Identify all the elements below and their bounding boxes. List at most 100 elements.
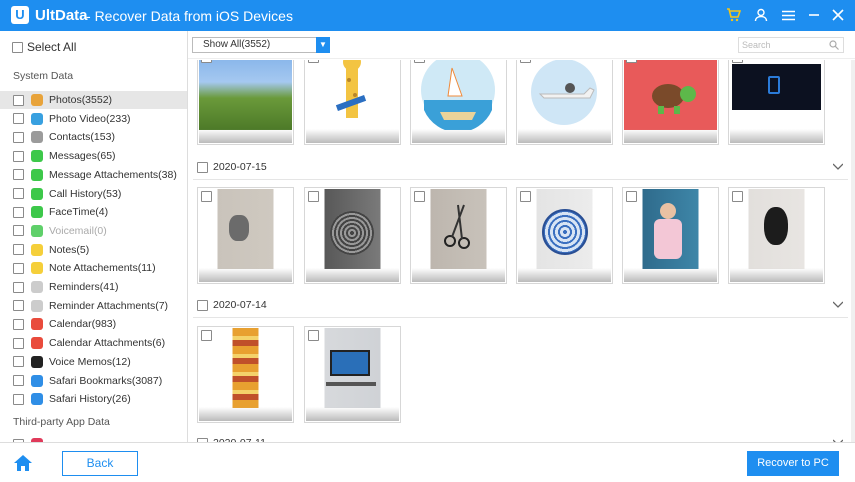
- close-icon[interactable]: [828, 5, 848, 25]
- reminder-attachments-icon: [31, 299, 43, 312]
- recover-to-pc-button[interactable]: Recover to PC: [747, 451, 839, 476]
- chevron-down-icon[interactable]: [833, 162, 843, 172]
- sidebar-item-note-attachments[interactable]: Note Attachements(11): [0, 259, 187, 277]
- date-group-label: 2020-07-14: [213, 299, 267, 311]
- sidebar-item-label: Calendar Attachments(6): [49, 337, 166, 350]
- sidebar-item-messages[interactable]: Messages(65): [0, 147, 187, 165]
- sidebar-item-notes[interactable]: Notes(5): [0, 241, 187, 259]
- photo-thumb[interactable]: [410, 60, 507, 145]
- photo-giraffe-illustration: [306, 60, 399, 130]
- sidebar-item-label: Reminder Attachments(7): [49, 299, 169, 312]
- photo-checkbox[interactable]: [732, 60, 743, 63]
- sidebar-item-label: Reminders(41): [49, 281, 119, 293]
- sidebar-item-checkbox[interactable]: [13, 188, 24, 199]
- photo-thumb[interactable]: [304, 187, 401, 284]
- sidebar-item-checkbox[interactable]: [13, 262, 24, 274]
- photo-thumb[interactable]: [622, 60, 719, 145]
- sidebar-item-call-history[interactable]: Call History(53): [0, 185, 187, 203]
- note-attachments-icon: [31, 262, 43, 275]
- sidebar-item-checkbox[interactable]: [13, 244, 24, 256]
- photo-computer-desk: [306, 328, 399, 408]
- photo-beach-illustration: [412, 60, 505, 133]
- date-group-header[interactable]: 2020-07-15: [197, 161, 267, 173]
- user-icon[interactable]: [751, 5, 771, 25]
- sidebar-item-contacts[interactable]: Contacts(153): [0, 128, 187, 146]
- sidebar-item-calendar[interactable]: Calendar(983): [0, 315, 187, 333]
- photo-checkbox[interactable]: [201, 191, 212, 202]
- photo-thumb[interactable]: [410, 187, 507, 284]
- photo-thumb[interactable]: [197, 187, 294, 284]
- sidebar-item-voice-memos[interactable]: Voice Memos(12): [0, 353, 187, 371]
- photo-thumb[interactable]: [728, 60, 825, 145]
- photo-thumb[interactable]: [304, 60, 401, 145]
- home-icon[interactable]: [14, 455, 32, 471]
- minimize-icon[interactable]: [804, 5, 824, 25]
- menu-icon[interactable]: [778, 5, 798, 25]
- sidebar-item-message-attachments[interactable]: Message Attachements(38): [0, 166, 187, 184]
- photo-checkbox[interactable]: [732, 191, 743, 202]
- photo-checkbox[interactable]: [520, 60, 531, 63]
- toolbar: Show All(3552) ▼ Search: [188, 31, 855, 59]
- photo-checkbox[interactable]: [201, 330, 212, 341]
- chevron-down-icon[interactable]: ▼: [316, 37, 330, 53]
- photo-thumb[interactable]: [197, 326, 294, 423]
- sidebar-item-photos[interactable]: Photos(3552): [0, 91, 187, 109]
- photo-checkbox[interactable]: [626, 60, 637, 63]
- sidebar-item-checkbox[interactable]: [13, 225, 24, 237]
- photo-thumb[interactable]: [304, 326, 401, 423]
- photo-checkbox[interactable]: [308, 60, 319, 63]
- date-group-header[interactable]: 2020-07-14: [197, 299, 267, 311]
- sidebar-item-checkbox[interactable]: [13, 337, 24, 349]
- sidebar-item-checkbox[interactable]: [13, 393, 24, 405]
- search-icon[interactable]: [829, 40, 839, 50]
- sidebar-item-checkbox[interactable]: [13, 300, 24, 312]
- sidebar-item-checkbox[interactable]: [13, 169, 24, 181]
- sidebar-item-checkbox[interactable]: [13, 113, 24, 125]
- sidebar-item-checkbox[interactable]: [13, 131, 24, 143]
- sidebar-item-checkbox[interactable]: [13, 94, 24, 106]
- photo-checkbox[interactable]: [520, 191, 531, 202]
- cart-icon[interactable]: [723, 5, 743, 25]
- sidebar-item-label: Notes(5): [49, 243, 90, 256]
- filter-select[interactable]: Show All(3552) ▼: [192, 37, 330, 53]
- photo-thumb[interactable]: [728, 187, 825, 284]
- sidebar-item-reminders[interactable]: Reminders(41): [0, 278, 187, 296]
- sidebar-item-checkbox[interactable]: [13, 356, 24, 368]
- sidebar-item-calendar-attachments[interactable]: Calendar Attachments(6): [0, 334, 187, 352]
- photo-thumb[interactable]: [516, 60, 613, 145]
- photo-thumb[interactable]: [516, 187, 613, 284]
- sidebar-item-checkbox[interactable]: [13, 318, 24, 330]
- scrollbar[interactable]: [851, 60, 855, 442]
- sidebar-item-third-party[interactable]: [0, 435, 187, 442]
- search-input[interactable]: Search: [738, 37, 844, 53]
- photo-checkbox[interactable]: [201, 60, 212, 63]
- photo-thumb[interactable]: [197, 60, 294, 145]
- sidebar-item-label: Calendar(983): [49, 318, 117, 331]
- sidebar-item-label: Photo Video(233): [49, 112, 131, 125]
- photo-checkbox[interactable]: [414, 191, 425, 202]
- chevron-down-icon[interactable]: [833, 300, 843, 310]
- bottom-bar: Back Recover to PC: [0, 442, 855, 482]
- back-button[interactable]: Back: [62, 451, 138, 476]
- photo-checkbox[interactable]: [308, 330, 319, 341]
- sidebar-item-safari-history[interactable]: Safari History(26): [0, 390, 187, 408]
- photo-checkbox[interactable]: [308, 191, 319, 202]
- sidebar-item-photo-video[interactable]: Photo Video(233): [0, 110, 187, 128]
- sidebar-item-voicemail[interactable]: Voicemail(0): [0, 222, 187, 240]
- sidebar-item-safari-bookmarks[interactable]: Safari Bookmarks(3087): [0, 372, 187, 390]
- sidebar-item-reminder-attachments[interactable]: Reminder Attachments(7): [0, 297, 187, 315]
- contacts-icon: [31, 131, 43, 144]
- date-group-checkbox[interactable]: [197, 299, 208, 311]
- voice-memos-icon: [31, 355, 43, 368]
- sidebar-item-checkbox[interactable]: [13, 150, 24, 162]
- sidebar-item-facetime[interactable]: FaceTime(4): [0, 203, 187, 221]
- photo-checkbox[interactable]: [626, 191, 637, 202]
- photo-woman-portrait: [624, 189, 717, 269]
- sidebar-item-checkbox[interactable]: [13, 375, 24, 386]
- sidebar-item-checkbox[interactable]: [13, 281, 24, 293]
- photo-thumb[interactable]: [622, 187, 719, 284]
- photo-video-icon: [31, 112, 43, 125]
- photo-checkbox[interactable]: [414, 60, 425, 63]
- date-group-checkbox[interactable]: [197, 161, 208, 173]
- sidebar-item-checkbox[interactable]: [13, 206, 24, 218]
